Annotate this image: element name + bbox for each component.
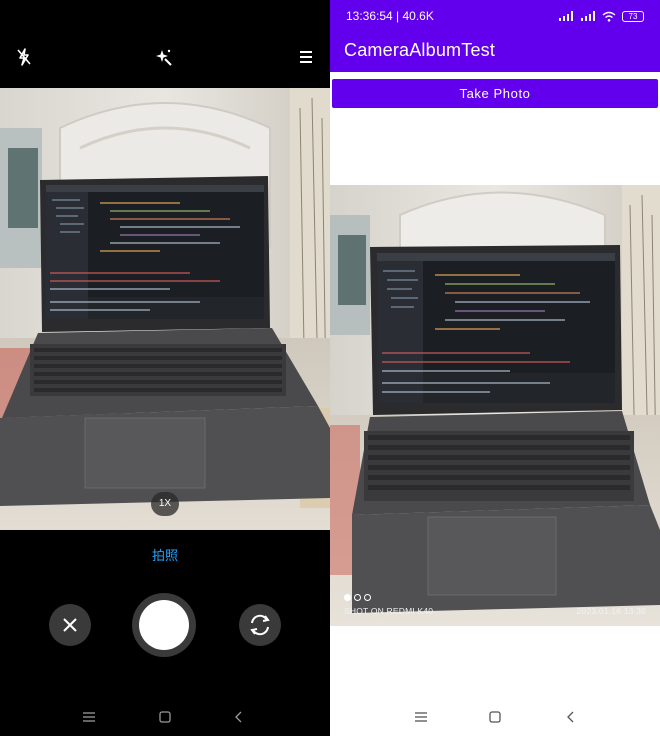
captured-photo <box>330 185 660 626</box>
signal-icon <box>581 11 595 21</box>
shutter-button[interactable] <box>132 593 196 657</box>
photo-watermark-device: SHOT ON REDMI K40 <box>344 606 434 616</box>
switch-camera-button[interactable] <box>239 604 281 646</box>
magic-wand-icon[interactable] <box>153 46 175 68</box>
app-screen: 13:36:54 | 40.6K 73 CameraAlbumTest Take… <box>330 0 660 736</box>
home-icon[interactable] <box>158 710 172 724</box>
home-icon[interactable] <box>488 710 502 724</box>
flash-off-icon[interactable] <box>13 46 35 68</box>
photo-page-indicator <box>344 594 371 601</box>
zoom-level-badge[interactable]: 1X <box>151 492 179 516</box>
page-dot <box>364 594 371 601</box>
back-icon[interactable] <box>232 710 246 724</box>
switch-camera-icon <box>250 614 270 636</box>
page-dot <box>344 594 351 601</box>
camera-viewfinder[interactable] <box>0 88 330 530</box>
nav-bar <box>330 704 660 730</box>
nav-bar <box>0 704 330 730</box>
camera-screen: 1X 拍照 <box>0 0 330 736</box>
app-bar: CameraAlbumTest <box>330 32 660 72</box>
status-bar: 13:36:54 | 40.6K 73 <box>330 0 660 32</box>
page-dot <box>354 594 361 601</box>
status-time: 13:36:54 | 40.6K <box>346 9 434 23</box>
cancel-button[interactable] <box>49 604 91 646</box>
close-icon <box>63 618 77 632</box>
status-icons: 73 <box>558 10 644 22</box>
camera-mode-photo[interactable]: 拍照 <box>0 545 330 564</box>
photo-watermark-datetime: 2023.01.16 13:36 <box>576 606 646 616</box>
shutter-inner <box>139 600 189 650</box>
battery-icon: 73 <box>622 10 644 22</box>
app-title: CameraAlbumTest <box>344 40 496 60</box>
wifi-icon <box>602 11 616 22</box>
back-icon[interactable] <box>564 710 578 724</box>
recents-icon[interactable] <box>82 710 96 724</box>
take-photo-button[interactable]: Take Photo <box>332 79 658 108</box>
recents-icon[interactable] <box>414 710 428 724</box>
menu-icon[interactable] <box>295 46 317 68</box>
signal-icon <box>559 11 573 21</box>
camera-top-bar <box>0 0 330 88</box>
